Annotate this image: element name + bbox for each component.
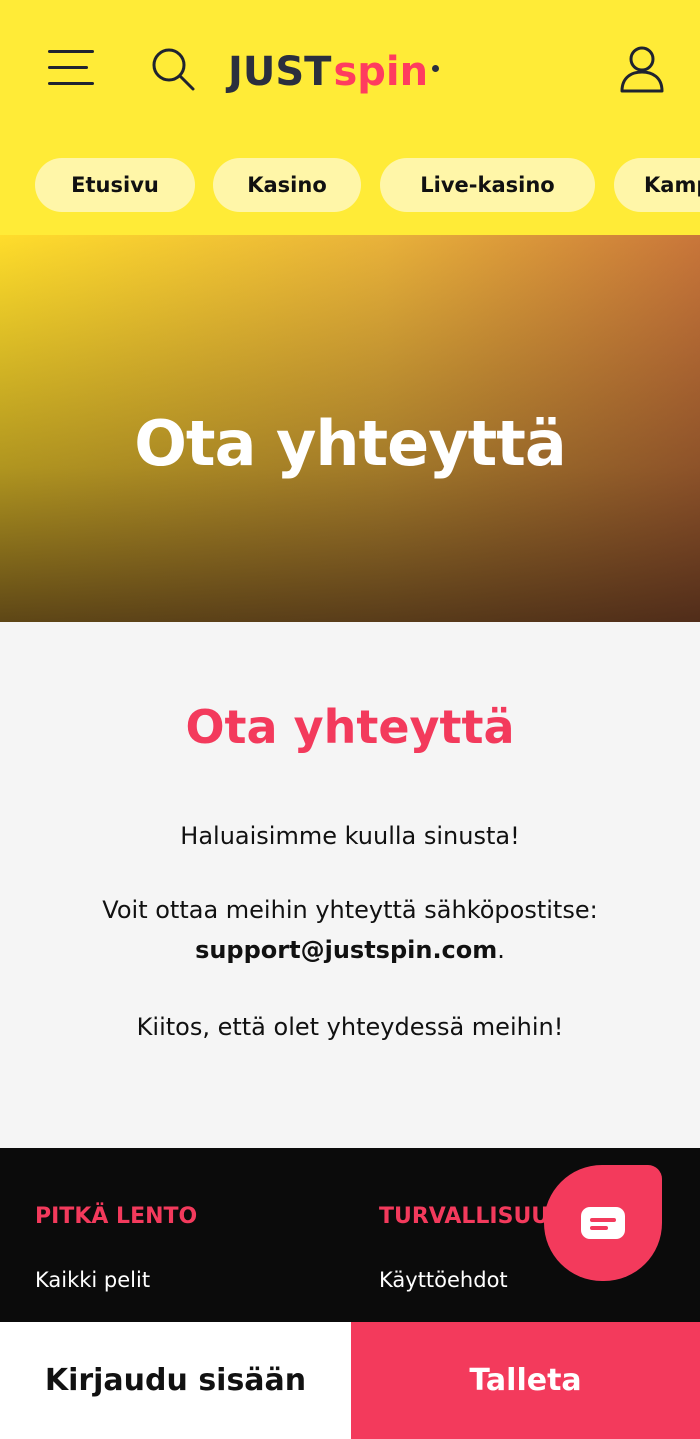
header: JUST spin Etusivu Kasino Live-kasino Kam… [0,0,700,235]
category-nav: Etusivu Kasino Live-kasino Kampanjat [0,158,700,214]
hero-title: Ota yhteyttä [134,407,567,480]
footer-link-kaikki-pelit[interactable]: Kaikki pelit [35,1268,150,1292]
contact-content: Ota yhteyttä Haluaisimme kuulla sinusta!… [0,622,700,1148]
logo-just: JUST [228,49,332,95]
nav-item-kasino[interactable]: Kasino [213,158,361,212]
hero-banner: Ota yhteyttä [0,235,700,622]
login-button[interactable]: Kirjaudu sisään [0,1322,351,1439]
logo-spin: spin [333,49,429,95]
contact-email-suffix: . [497,936,505,964]
search-icon[interactable] [150,46,196,92]
contact-thanks: Kiitos, että olet yhteydessä meihin! [136,1013,564,1041]
footer-heading-turvallisuus: TURVALLISUUS [379,1204,566,1229]
deposit-button[interactable]: Talleta [351,1322,700,1439]
user-icon[interactable] [618,44,666,94]
menu-icon[interactable] [48,50,96,86]
chat-icon [581,1207,625,1239]
bottom-action-bar: Kirjaudu sisään Talleta [0,1322,700,1439]
support-email-link[interactable]: support@justspin.com [195,936,497,964]
contact-email-text: Voit ottaa meihin yhteyttä sähköpostitse… [0,890,700,970]
nav-item-kampanjat[interactable]: Kampanjat [614,158,700,212]
contact-email-prefix: Voit ottaa meihin yhteyttä sähköpostitse… [102,896,598,924]
logo-dot [432,65,440,72]
contact-heading: Ota yhteyttä [185,700,515,754]
logo[interactable]: JUST spin [228,38,478,94]
contact-intro: Haluaisimme kuulla sinusta! [180,822,520,850]
nav-item-live-kasino[interactable]: Live-kasino [380,158,595,212]
footer-link-kayttoehdot[interactable]: Käyttöehdot [379,1268,508,1292]
footer-heading-pitka-lento: PITKÄ LENTO [35,1204,198,1229]
chat-button[interactable] [544,1165,662,1281]
nav-item-etusivu[interactable]: Etusivu [35,158,195,212]
